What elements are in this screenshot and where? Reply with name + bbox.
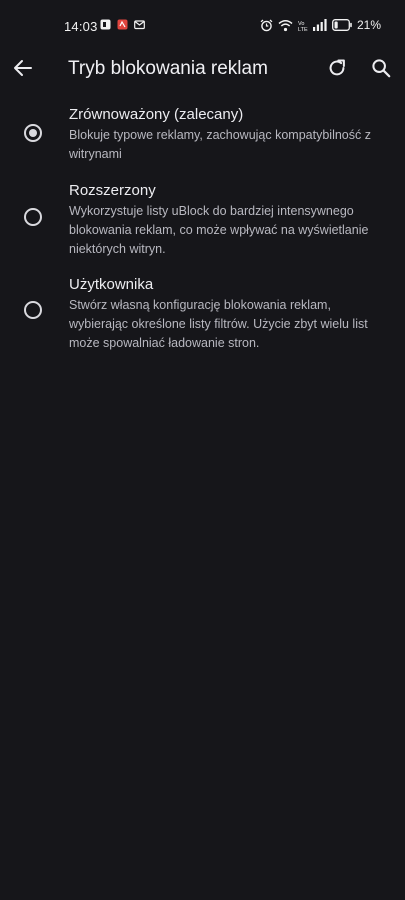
signal-icon [312,19,327,31]
option-title: Zrównoważony (zalecany) [69,106,244,123]
notification-square-icon [100,19,111,30]
mail-icon [134,20,145,30]
option-extended[interactable]: Rozszerzony Wykorzystuje listy uBlock do… [0,176,405,270]
option-description: Stwórz własną konfigurację blokowania re… [69,298,368,350]
option-title: Rozszerzony [69,182,156,199]
status-left-icons [100,19,145,30]
option-balanced[interactable]: Zrównoważony (zalecany) Blokuje typowe r… [0,100,405,170]
alarm-icon [260,19,273,31]
volte-icon: Vo LTE [298,21,308,32]
option-description: Wykorzystuje listy uBlock do bardziej in… [69,204,369,256]
radio-custom[interactable] [24,301,42,319]
app-bar: Tryb blokowania reklam [0,52,405,96]
svg-text:LTE: LTE [298,27,308,32]
arrow-back-icon[interactable] [11,56,35,80]
battery-icon [332,19,352,31]
radio-selected-dot [29,129,37,137]
status-right-icons: Vo LTE 21% [260,18,381,32]
option-custom[interactable]: Użytkownika Stwórz własną konfigurację b… [0,270,405,350]
option-description: Blokuje typowe reklamy, zachowując kompa… [69,128,371,161]
red-app-icon [117,19,128,30]
wifi-icon [278,19,293,31]
refresh-icon[interactable] [326,57,348,79]
battery-percent: 21% [356,18,381,32]
status-bar: 14:03 Vo LTE 21% [0,0,405,52]
option-title: Użytkownika [69,276,154,293]
radio-balanced[interactable] [24,124,42,142]
page-title: Tryb blokowania reklam [68,58,268,79]
radio-extended[interactable] [24,208,42,226]
search-icon[interactable] [370,57,392,79]
status-time: 14:03 [64,19,98,34]
